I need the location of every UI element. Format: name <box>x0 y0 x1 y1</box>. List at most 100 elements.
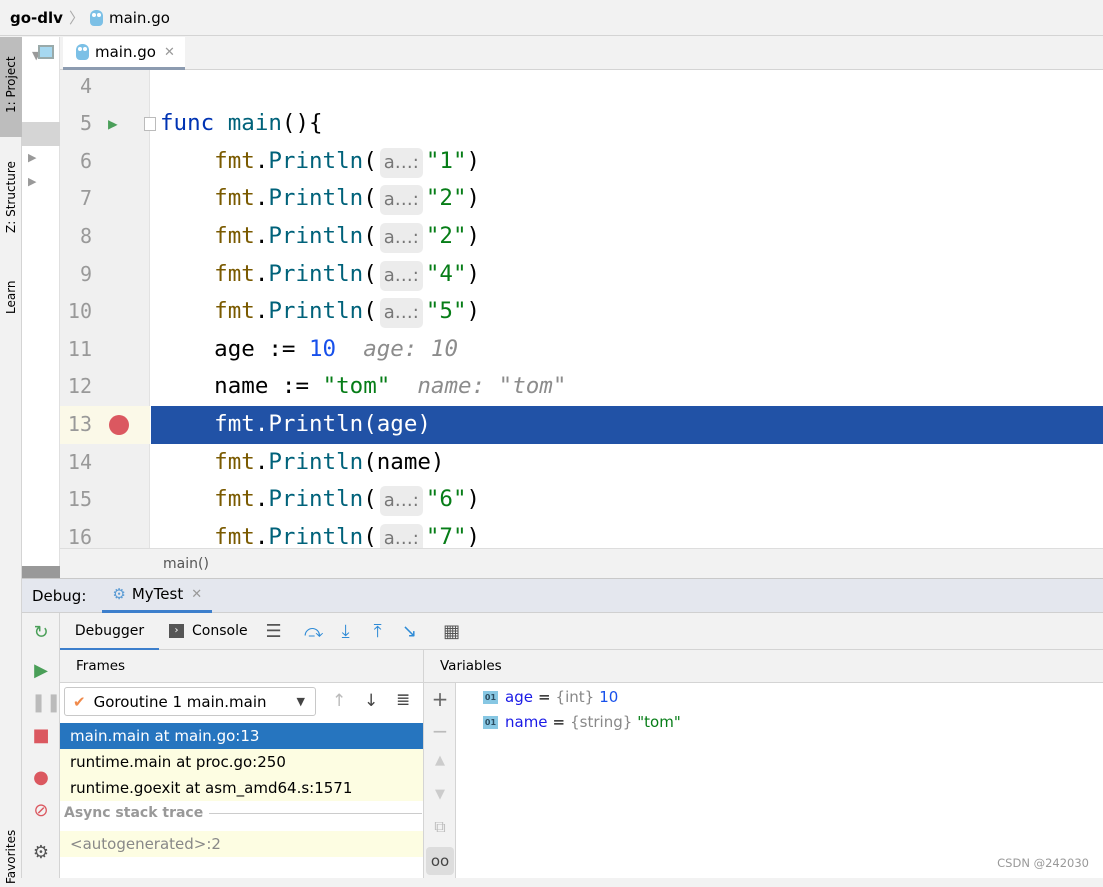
pause-icon[interactable]: ❚❚ <box>31 693 61 713</box>
duplicate-icon[interactable]: ⧉ <box>430 817 450 837</box>
code-token: Println <box>268 448 364 475</box>
tab-debugger[interactable]: Debugger <box>60 613 159 650</box>
breakpoint-icon[interactable] <box>109 415 129 435</box>
step-over-icon[interactable]: ⤼ <box>298 621 330 642</box>
tree-selected-row[interactable] <box>22 122 60 146</box>
variable-row[interactable]: 01 name = {string} "tom" <box>483 713 681 731</box>
frames-panel: ✔ Goroutine 1 main.main ▼ ↑ ↓ ≣ main.mai… <box>60 683 424 878</box>
editor-breadcrumb[interactable]: main() <box>60 548 1103 578</box>
frame-row[interactable]: <autogenerated>:2 <box>60 831 423 857</box>
code-line[interactable]: 14 fmt.Println(name) <box>60 444 1103 482</box>
code-token: name := <box>160 373 323 400</box>
show-watches-icon[interactable]: oo <box>426 847 454 875</box>
remove-watch-icon[interactable]: − <box>430 719 450 743</box>
scroll-handle[interactable] <box>22 566 60 578</box>
code-token: "1" <box>425 147 467 174</box>
step-out-icon[interactable]: ⤒ <box>362 621 394 642</box>
resume-icon[interactable]: ▶ <box>31 661 51 681</box>
run-icon[interactable]: ▶ <box>108 105 118 143</box>
panel-icon[interactable] <box>38 45 54 59</box>
code-token: Println <box>268 298 364 325</box>
code-line[interactable]: 7 fmt.Println(a…: "2") <box>60 180 1103 218</box>
step-into-icon[interactable]: ⤓ <box>330 621 362 642</box>
code-token: . <box>254 523 269 548</box>
rerun-icon[interactable]: ↻ <box>31 623 51 643</box>
frame-row[interactable]: runtime.goexit at asm_amd64.s:1571 <box>60 775 423 801</box>
code-token: age := <box>160 335 310 362</box>
settings-icon[interactable]: ⚙ <box>31 843 51 863</box>
code-token: ) <box>466 523 481 548</box>
inline-value: name: "tom" <box>390 373 567 400</box>
code-line[interactable]: 13 fmt.Println(age) <box>60 406 1103 444</box>
code-line[interactable]: 5 ▶ func main(){ <box>60 105 1103 143</box>
file-crumb[interactable]: main.go <box>109 9 170 27</box>
project-tool-tab[interactable]: 1: Project <box>0 37 22 137</box>
favorites-tool-tab[interactable]: Favorites <box>0 827 22 887</box>
move-up-icon[interactable]: ▲ <box>430 753 450 768</box>
parameter-hint: a…: <box>379 260 423 291</box>
fold-icon[interactable] <box>144 117 156 132</box>
close-icon[interactable]: ✕ <box>191 587 202 602</box>
code-token: Println <box>268 260 364 287</box>
code-line[interactable]: 16 fmt.Println(a…: "7") <box>60 519 1103 548</box>
code-token: . <box>254 448 269 475</box>
code-token: (){ <box>281 110 323 137</box>
close-icon[interactable]: ✕ <box>164 45 175 60</box>
navigation-bar: go-dlv 〉 main.go <box>0 0 1103 36</box>
go-file-icon <box>76 44 89 60</box>
code-line[interactable]: 6 fmt.Println(a…: "1") <box>60 143 1103 181</box>
tree-collapse-icon[interactable]: ▶ <box>28 151 36 164</box>
view-breakpoints-icon[interactable]: ● <box>31 768 51 788</box>
code-editor[interactable]: 3import "fmt"45▶func main(){6 fmt.Printl… <box>60 70 1103 548</box>
parameter-hint: a…: <box>379 298 423 329</box>
code-token: fmt <box>160 448 255 475</box>
code-line[interactable]: 9 fmt.Println(a…: "4") <box>60 256 1103 294</box>
add-watch-icon[interactable]: + <box>430 687 450 711</box>
frame-row[interactable]: runtime.main at proc.go:250 <box>60 749 423 775</box>
watermark: CSDN @242030 <box>997 856 1089 870</box>
code-token: fmt <box>160 486 255 513</box>
stop-icon[interactable]: ■ <box>31 726 51 746</box>
evaluate-expression-icon[interactable]: ▦ <box>436 621 468 642</box>
debugger-toolbar: Debugger › Console ☰ ⤼ ⤓ ⤒ ↘ ▦ <box>60 613 1103 650</box>
async-separator: Async stack trace <box>64 805 422 821</box>
mute-breakpoints-icon[interactable]: ⊘ <box>31 801 51 821</box>
session-tab[interactable]: ⚙ MyTest ✕ <box>102 578 213 613</box>
run-to-cursor-icon[interactable]: ↘ <box>394 621 426 642</box>
code-token: "5" <box>425 298 467 325</box>
primitive-icon: 01 <box>483 690 498 704</box>
learn-tool-tab[interactable]: Learn <box>0 267 22 327</box>
tab-main-go[interactable]: main.go ✕ <box>63 37 185 70</box>
equals: = <box>552 713 566 731</box>
line-number: 9 <box>79 261 92 286</box>
goroutine-select[interactable]: ✔ Goroutine 1 main.main ▼ <box>64 687 316 716</box>
layout-menu-icon[interactable]: ☰ <box>258 621 290 642</box>
arrow-down-icon[interactable]: ↓ <box>364 691 378 711</box>
go-file-icon <box>89 9 103 26</box>
code-token: fmt <box>160 298 255 325</box>
code-token: . <box>254 147 269 174</box>
frame-row[interactable]: main.main at main.go:13 <box>60 723 423 749</box>
code-line[interactable]: 8 fmt.Println(a…: "2") <box>60 218 1103 256</box>
code-token: ) <box>466 486 481 513</box>
code-text: name := "tom" name: "tom" <box>160 368 566 406</box>
code-line[interactable]: 11 age := 10 age: 10 <box>60 331 1103 369</box>
project-name[interactable]: go-dlv <box>10 9 63 27</box>
code-line[interactable]: 10 fmt.Println(a…: "5") <box>60 293 1103 331</box>
variable-row[interactable]: 01 age = {int} 10 <box>483 688 618 706</box>
tree-collapse-icon[interactable]: ▶ <box>28 175 36 188</box>
tab-console[interactable]: › Console <box>169 623 248 639</box>
structure-tool-tab[interactable]: Z: Structure <box>0 145 22 250</box>
code-line[interactable]: 15 fmt.Println(a…: "6") <box>60 481 1103 519</box>
code-text: func main(){ <box>160 105 323 143</box>
move-down-icon[interactable]: ▼ <box>430 787 450 802</box>
code-line[interactable]: 12 name := "tom" name: "tom" <box>60 368 1103 406</box>
line-number: 12 <box>67 374 92 399</box>
filter-frames-icon[interactable]: ≣ <box>396 690 410 710</box>
console-icon: › <box>169 624 184 638</box>
code-line[interactable]: 4 <box>60 70 1103 105</box>
arrow-up-icon[interactable]: ↑ <box>332 691 346 711</box>
parameter-hint: a…: <box>379 185 423 216</box>
code-token: ( <box>363 260 377 287</box>
console-label: Console <box>192 623 248 639</box>
